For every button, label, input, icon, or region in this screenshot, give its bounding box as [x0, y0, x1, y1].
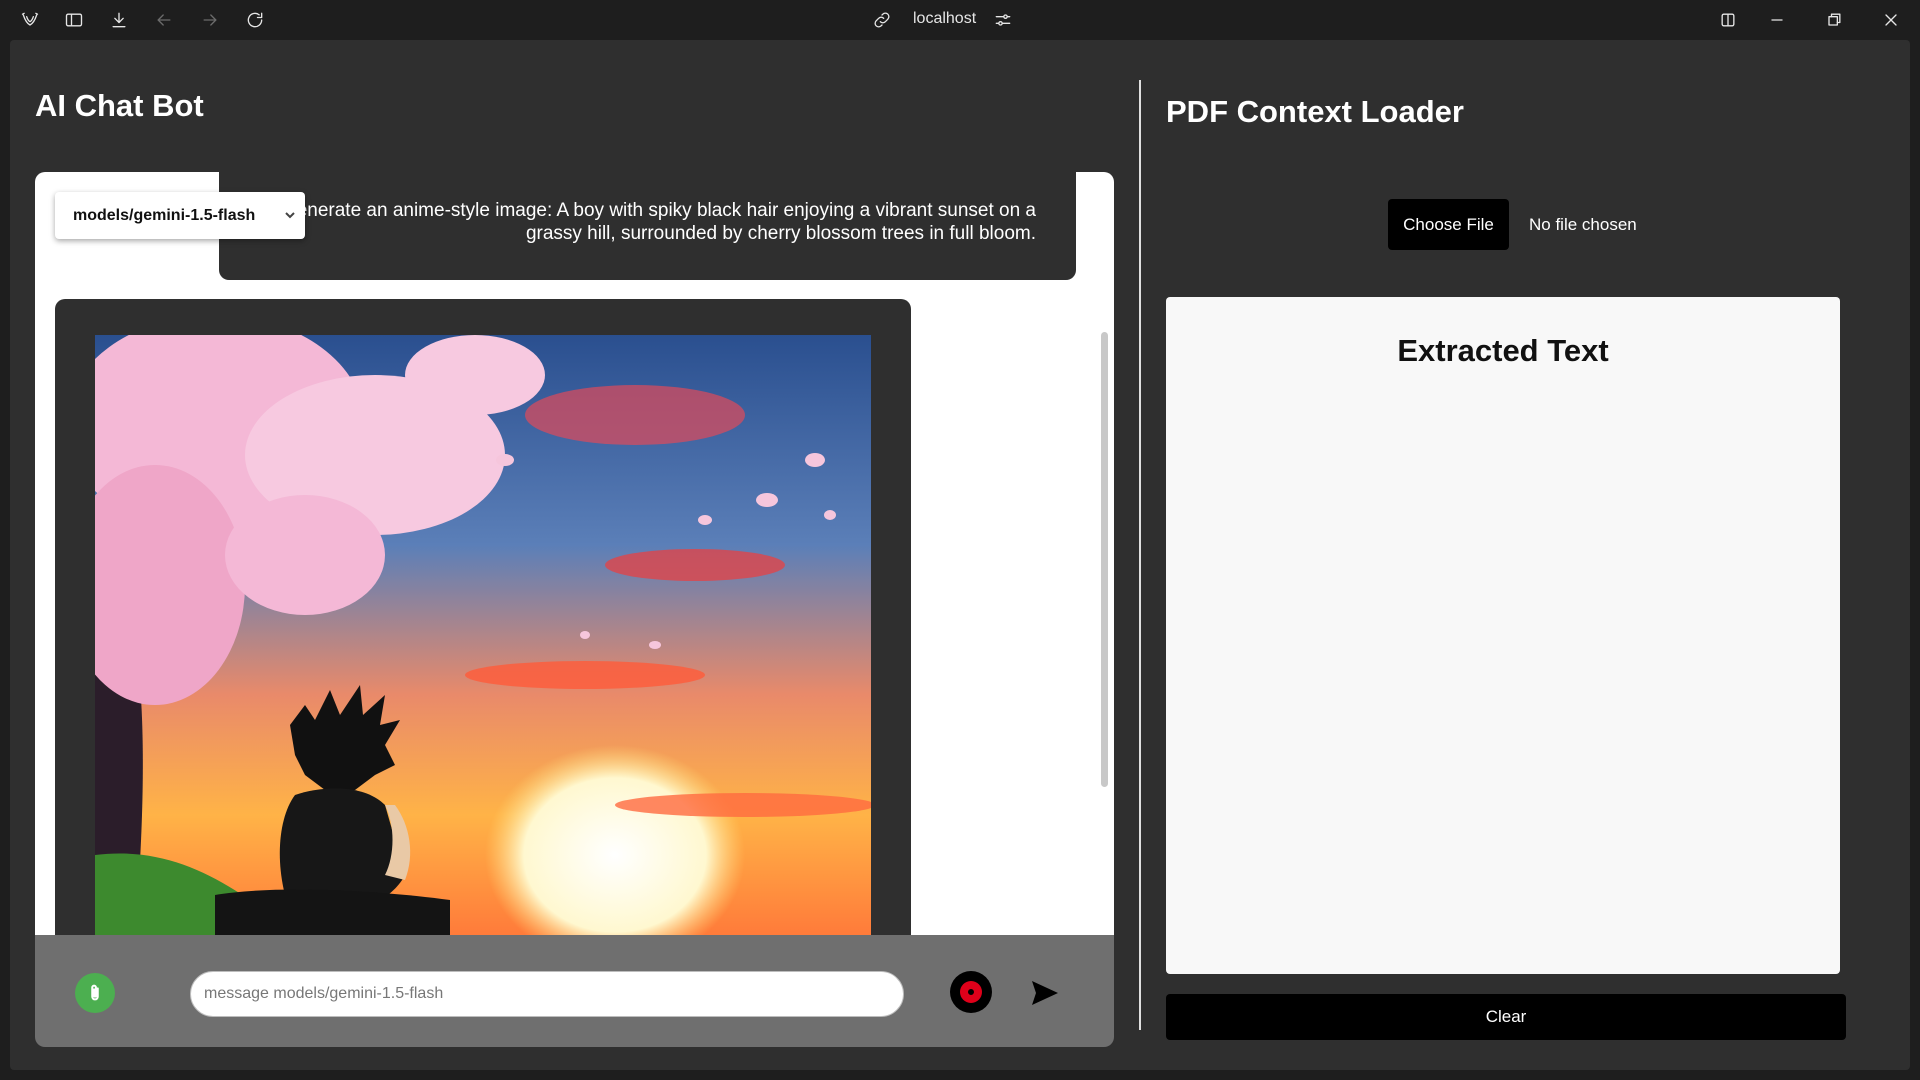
reload-icon[interactable] [243, 8, 267, 32]
chat-history[interactable]: generate an anime-style image: A boy wit… [35, 172, 1114, 935]
minimize-icon[interactable] [1765, 8, 1789, 32]
restore-icon[interactable] [1822, 8, 1846, 32]
choose-file-button[interactable]: Choose File [1388, 199, 1509, 250]
app-logo-icon[interactable] [18, 8, 42, 32]
model-select-value: models/gemini-1.5-flash [73, 206, 256, 224]
extracted-text-panel: Extracted Text [1166, 297, 1840, 974]
bot-message [55, 299, 911, 935]
send-button[interactable] [1025, 973, 1065, 1013]
generated-image [95, 335, 871, 935]
attach-button[interactable] [75, 973, 115, 1013]
sidebar-icon[interactable] [62, 8, 86, 32]
paperclip-icon [91, 984, 99, 1001]
chat-scrollbar[interactable] [1101, 332, 1108, 787]
link-icon [870, 8, 894, 32]
user-message: generate an anime-style image: A boy wit… [219, 172, 1076, 280]
clear-button[interactable]: Clear [1166, 994, 1846, 1040]
chat-title: AI Chat Bot [35, 88, 204, 123]
file-status: No file chosen [1529, 215, 1637, 234]
site-settings-icon[interactable] [991, 8, 1015, 32]
forward-icon[interactable] [198, 8, 222, 32]
chat-input-bar [35, 935, 1114, 1047]
extracted-text-title: Extracted Text [1397, 333, 1609, 368]
back-icon[interactable] [152, 8, 176, 32]
address-bar[interactable]: localhost [913, 10, 976, 28]
message-input[interactable] [190, 971, 904, 1017]
send-icon [1032, 981, 1058, 1005]
pdf-title: PDF Context Loader [1166, 94, 1464, 129]
record-icon [960, 981, 982, 1003]
chevron-down-icon [283, 208, 297, 222]
download-icon[interactable] [107, 8, 131, 32]
record-button[interactable] [950, 971, 992, 1013]
browser-toolbar: localhost [0, 0, 1920, 40]
split-view-icon[interactable] [1716, 8, 1740, 32]
app-window: AI Chat Bot generate an anime-style imag… [10, 40, 1910, 1070]
close-icon[interactable] [1879, 8, 1903, 32]
panel-divider [1139, 80, 1141, 1030]
model-select[interactable]: models/gemini-1.5-flash [55, 192, 305, 239]
